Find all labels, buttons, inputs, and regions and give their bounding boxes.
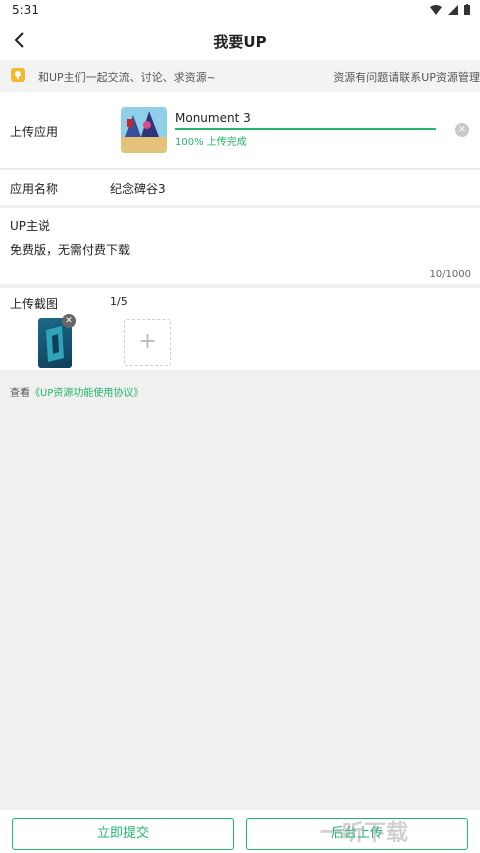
app-name-row: 应用名称 纪念碑谷3: [0, 170, 480, 205]
upload-app-label: 上传应用: [10, 125, 59, 139]
app-bar: 我要UP: [0, 20, 480, 60]
close-icon: ✕: [458, 125, 466, 135]
status-time: 5:31: [12, 3, 39, 17]
screenshots-label: 上传截图: [10, 297, 59, 311]
notice-left-text: 和UP主们一起交流、讨论、求资源~: [38, 71, 216, 84]
upload-progress-bar: [175, 128, 436, 130]
agreement-prefix: 查看: [10, 388, 30, 399]
upload-progress-text: 100% 上传完成: [175, 137, 247, 148]
screenshots-count: 1/5: [110, 295, 128, 308]
screenshots-row: 上传截图 1/5 ✕ +: [0, 288, 480, 370]
app-name-field[interactable]: 纪念碑谷3: [110, 180, 166, 197]
up-description-input[interactable]: 免费版，无需付费下载: [10, 241, 130, 258]
upload-app-row: 上传应用 Monument 3 100% 上传完成 ✕: [0, 92, 480, 169]
plus-icon: +: [138, 329, 157, 354]
battery-icon: [464, 4, 470, 15]
up-description-row: UP主说 免费版，无需付费下载 10/1000: [0, 208, 480, 284]
app-name: Monument 3: [175, 111, 251, 125]
page-title: 我要UP: [213, 33, 267, 51]
add-screenshot-button[interactable]: +: [124, 319, 171, 366]
status-icons: [430, 4, 470, 15]
agreement-text: 查看《UP资源功能使用协议》: [10, 384, 143, 399]
agreement-link[interactable]: 《UP资源功能使用协议》: [30, 388, 143, 399]
lightbulb-icon: [11, 68, 25, 82]
signal-icon: [448, 4, 458, 15]
submit-button[interactable]: 立即提交: [12, 818, 234, 850]
notice-contact-link[interactable]: 资源有问题请联系UP资源管理: [333, 69, 480, 85]
notice-bar: 和UP主们一起交流、讨论、求资源~ 资源有问题请联系UP资源管理: [0, 60, 480, 91]
up-description-label: UP主说: [10, 219, 51, 233]
remove-screenshot-button[interactable]: ✕: [62, 314, 76, 328]
upload-progress-fill: [175, 128, 436, 130]
char-counter: 10/1000: [429, 269, 471, 280]
watermark-text: 一听下载: [320, 821, 409, 846]
status-bar: 5:31: [0, 0, 480, 20]
wifi-icon: [430, 4, 442, 15]
app-name-label: 应用名称: [10, 182, 59, 196]
remove-app-button[interactable]: ✕: [455, 123, 469, 137]
close-icon: ✕: [65, 316, 73, 326]
app-icon: [121, 107, 167, 153]
